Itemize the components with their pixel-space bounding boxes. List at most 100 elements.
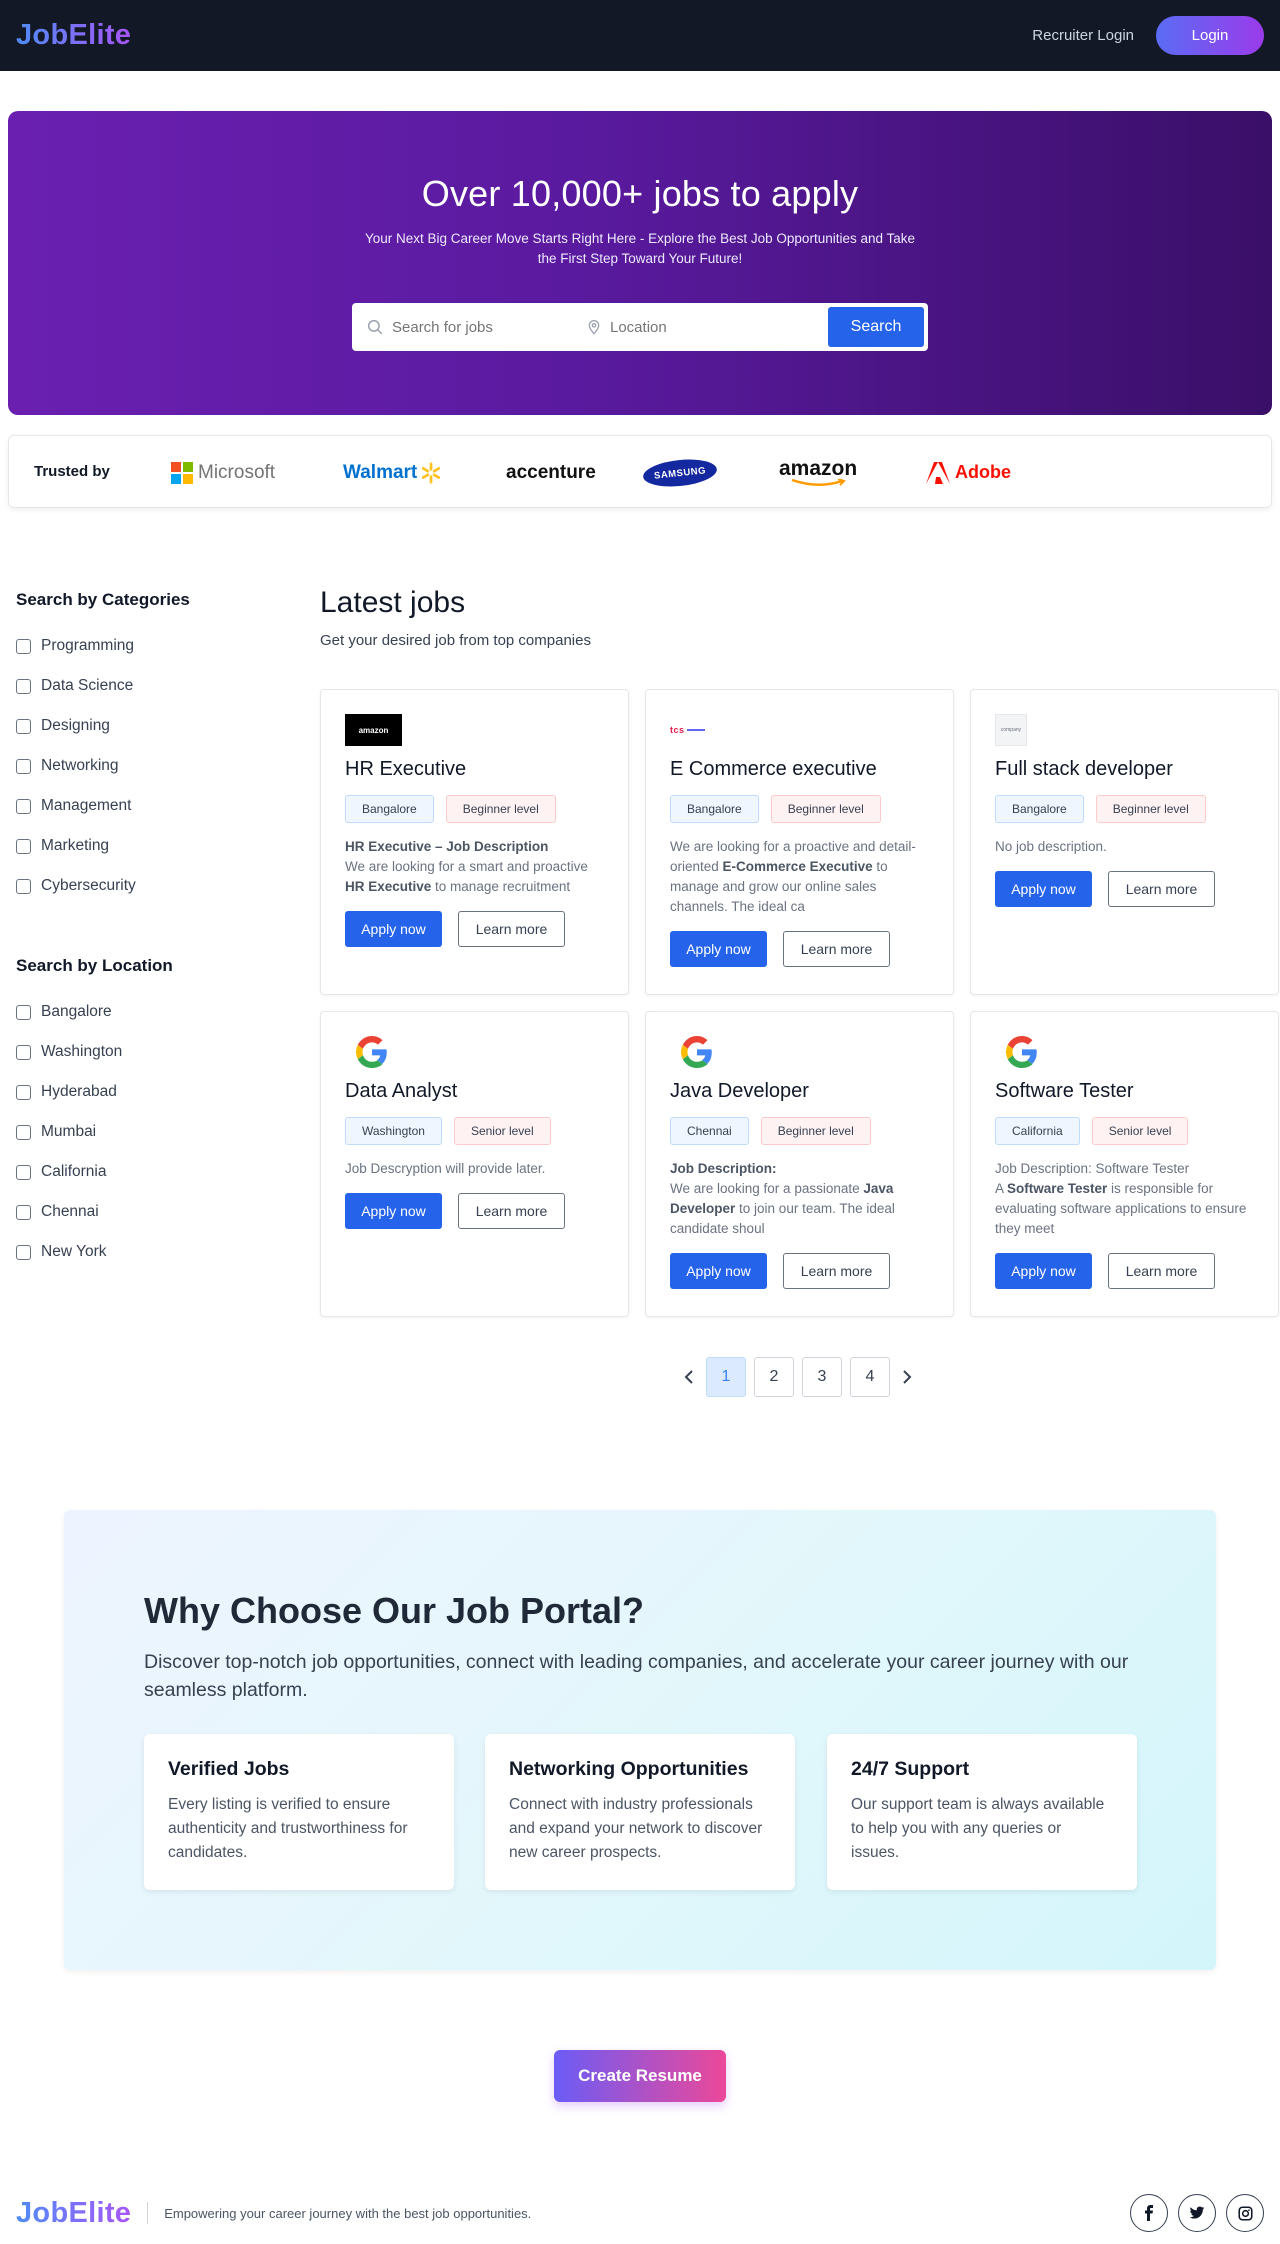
why-heading: Why Choose Our Job Portal?: [144, 1590, 645, 1631]
category-filter-data-science[interactable]: Data Science: [16, 666, 296, 706]
location-filter-new-york[interactable]: New York: [16, 1232, 296, 1272]
job-title[interactable]: Java Developer: [670, 1080, 929, 1108]
google-logo-icon: [1006, 1036, 1037, 1068]
login-button[interactable]: Login: [1156, 16, 1264, 55]
location-filter-mumbai[interactable]: Mumbai: [16, 1112, 296, 1152]
checkbox[interactable]: [16, 1244, 31, 1260]
job-description: HR Executive – Job Description We are lo…: [345, 839, 588, 894]
social-links: [1130, 2194, 1264, 2232]
job-actions: Apply now Learn more: [345, 1193, 604, 1229]
location-filter-hyderabad[interactable]: Hyderabad: [16, 1072, 296, 1112]
checkbox[interactable]: [16, 798, 31, 814]
twitter-icon[interactable]: [1178, 2194, 1216, 2232]
pagination: 1 2 3 4: [680, 1357, 916, 1397]
checkbox[interactable]: [16, 1004, 31, 1020]
accenture-logo: accenture: [506, 461, 596, 483]
job-title[interactable]: HR Executive: [345, 758, 604, 786]
learn-more-button[interactable]: Learn more: [783, 931, 890, 967]
checkbox[interactable]: [16, 1164, 31, 1180]
job-tags: Bangalore Beginner level: [995, 795, 1254, 823]
job-tags: Bangalore Beginner level: [670, 795, 929, 823]
instagram-icon[interactable]: [1226, 2194, 1264, 2232]
hero-subtitle: Your Next Big Career Move Starts Right H…: [364, 231, 916, 266]
checkbox[interactable]: [16, 878, 31, 894]
category-filter-programming[interactable]: Programming: [16, 626, 296, 666]
recruiter-login-link[interactable]: Recruiter Login: [1032, 27, 1134, 44]
footer-tagline: Empowering your career journey with the …: [164, 2205, 532, 2221]
company-logo: [670, 1036, 929, 1068]
filter-sidebar: Search by Categories Programming Data Sc…: [16, 590, 296, 1272]
checkbox[interactable]: [16, 838, 31, 854]
location-filter-bangalore[interactable]: Bangalore: [16, 992, 296, 1032]
category-filter-management[interactable]: Management: [16, 786, 296, 826]
hero-title: Over 10,000+ jobs to apply: [421, 173, 859, 214]
category-filter-designing[interactable]: Designing: [16, 706, 296, 746]
job-description: No job description.: [995, 839, 1107, 854]
apply-now-button[interactable]: Apply now: [345, 911, 442, 947]
page-button-4[interactable]: 4: [850, 1357, 890, 1397]
job-tags: Washington Senior level: [345, 1117, 604, 1145]
category-filter-networking[interactable]: Networking: [16, 746, 296, 786]
page-button-1[interactable]: 1: [706, 1357, 746, 1397]
learn-more-button[interactable]: Learn more: [458, 1193, 565, 1229]
job-card: Data Analyst Washington Senior level Job…: [320, 1011, 629, 1317]
checkbox[interactable]: [16, 1044, 31, 1060]
checkbox[interactable]: [16, 638, 31, 654]
location-field: [586, 318, 816, 336]
job-title[interactable]: E Commerce executive: [670, 758, 929, 786]
level-tag: Beginner level: [1095, 795, 1206, 823]
footer-logo[interactable]: JobElite: [16, 2197, 131, 2230]
location-filter-washington[interactable]: Washington: [16, 1032, 296, 1072]
category-filter-marketing[interactable]: Marketing: [16, 826, 296, 866]
checkbox[interactable]: [16, 678, 31, 694]
chevron-right-icon[interactable]: [898, 1357, 916, 1397]
footer: JobElite Empowering your career journey …: [16, 2190, 1264, 2236]
checkbox[interactable]: [16, 1204, 31, 1220]
checkbox[interactable]: [16, 718, 31, 734]
search-input[interactable]: [392, 318, 572, 336]
job-actions: Apply now Learn more: [995, 871, 1254, 907]
apply-now-button[interactable]: Apply now: [995, 1253, 1092, 1289]
page-button-3[interactable]: 3: [802, 1357, 842, 1397]
learn-more-button[interactable]: Learn more: [1108, 1253, 1215, 1289]
feature-text: Our support team is always available to …: [851, 1796, 1105, 1861]
apply-now-button[interactable]: Apply now: [995, 871, 1092, 907]
checkbox[interactable]: [16, 758, 31, 774]
job-title[interactable]: Data Analyst: [345, 1080, 604, 1108]
latest-jobs-subtitle: Get your desired job from top companies: [320, 632, 591, 649]
location-input[interactable]: [610, 318, 800, 336]
facebook-icon[interactable]: [1130, 2194, 1168, 2232]
level-tag: Beginner level: [445, 795, 556, 823]
job-card: company Full stack developer Bangalore B…: [970, 689, 1279, 995]
location-filter-chennai[interactable]: Chennai: [16, 1192, 296, 1232]
apply-now-button[interactable]: Apply now: [670, 1253, 767, 1289]
checkbox[interactable]: [16, 1124, 31, 1140]
category-filter-cybersecurity[interactable]: Cybersecurity: [16, 866, 296, 906]
google-logo-icon: [356, 1036, 387, 1068]
search-button[interactable]: Search: [828, 307, 924, 347]
adobe-logo: Adobe: [926, 436, 1011, 509]
create-resume-button[interactable]: Create Resume: [554, 2050, 726, 2102]
chevron-left-icon[interactable]: [680, 1357, 698, 1397]
job-tags: California Senior level: [995, 1117, 1254, 1145]
location-filter-california[interactable]: California: [16, 1152, 296, 1192]
learn-more-button[interactable]: Learn more: [1108, 871, 1215, 907]
page-button-2[interactable]: 2: [754, 1357, 794, 1397]
learn-more-button[interactable]: Learn more: [458, 911, 565, 947]
job-tags: Bangalore Beginner level: [345, 795, 604, 823]
job-title[interactable]: Software Tester: [995, 1080, 1254, 1108]
learn-more-button[interactable]: Learn more: [783, 1253, 890, 1289]
company-logo: [995, 1036, 1254, 1068]
site-logo[interactable]: JobElite: [16, 19, 131, 52]
job-title[interactable]: Full stack developer: [995, 758, 1254, 786]
apply-now-button[interactable]: Apply now: [670, 931, 767, 967]
job-card: tcs E Commerce executive Bangalore Begin…: [645, 689, 954, 995]
feature-title: 24/7 Support: [851, 1758, 970, 1780]
company-logo: company: [995, 714, 1254, 746]
job-card: Java Developer Chennai Beginner level Jo…: [645, 1011, 954, 1317]
checkbox[interactable]: [16, 1084, 31, 1100]
feature-title: Verified Jobs: [168, 1758, 290, 1780]
apply-now-button[interactable]: Apply now: [345, 1193, 442, 1229]
job-tags: Chennai Beginner level: [670, 1117, 929, 1145]
company-logo: tcs: [670, 714, 929, 746]
